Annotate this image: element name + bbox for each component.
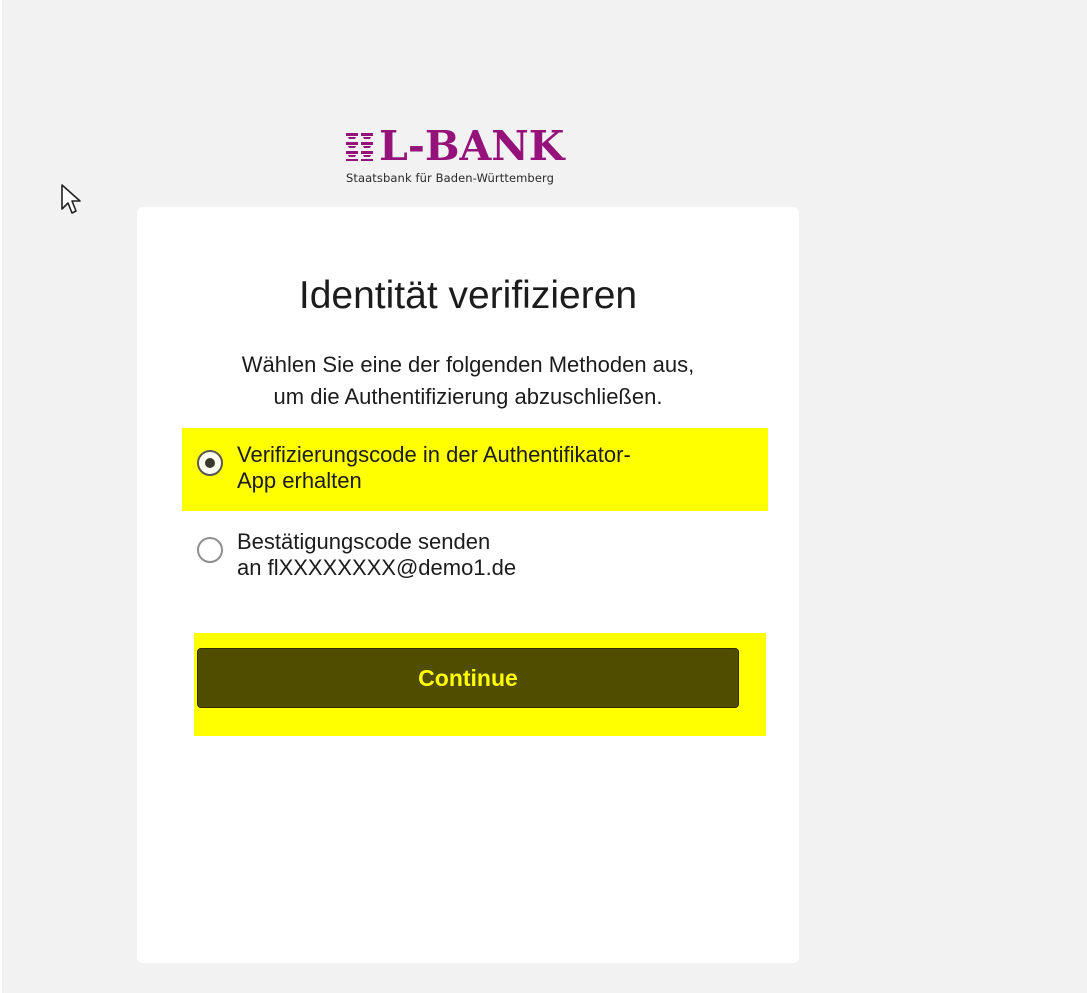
radio-email-code[interactable]	[197, 537, 223, 563]
subtitle-line-1: Wählen Sie eine der folgenden Methoden a…	[241, 352, 695, 377]
method-label-line-1: Verifizierungscode in der Authentifikato…	[237, 442, 631, 467]
method-label-line-1: Bestätigungscode senden	[237, 529, 491, 554]
brand-tagline: Staatsbank für Baden-Württemberg	[346, 171, 555, 185]
continue-button[interactable]: Continue	[197, 648, 739, 708]
method-label-authenticator-app[interactable]: Verifizierungscode in der Authentifikato…	[237, 442, 631, 494]
page-subtitle: Wählen Sie eine der folgenden Methoden a…	[0, 349, 936, 413]
verification-card	[137, 207, 799, 963]
window-edge	[0, 0, 2, 993]
coat-of-arms-icon	[346, 133, 373, 161]
mouse-pointer-icon	[61, 184, 81, 214]
subtitle-line-2: um die Authentifizierung abzuschließen.	[273, 384, 663, 409]
page-title: Identität verifizieren	[298, 274, 638, 317]
method-label-email-code[interactable]: Bestätigungscode senden an flXXXXXXXX@de…	[237, 529, 516, 581]
brand-name: L-BANK	[379, 122, 565, 170]
method-label-line-2: App erhalten	[237, 468, 362, 493]
method-label-line-2: an flXXXXXXXX@demo1.de	[237, 555, 517, 580]
l-bank-logo: L-BANK Staatsbank für Baden-Württemberg	[345, 122, 595, 192]
radio-authenticator-app[interactable]	[197, 450, 223, 476]
